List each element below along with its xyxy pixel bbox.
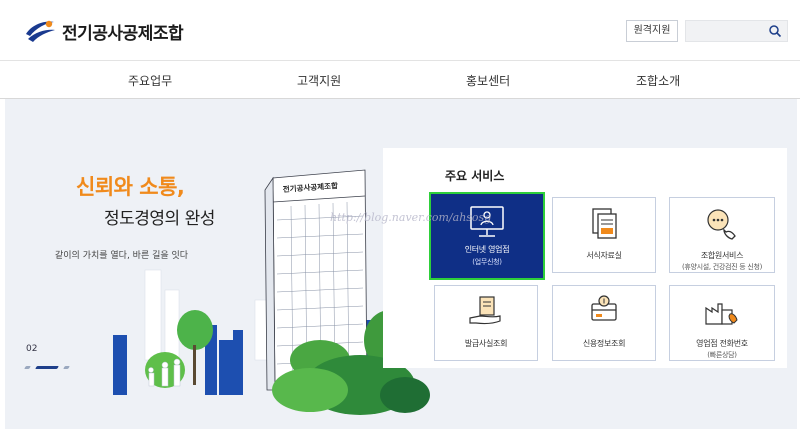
card-label: 발급사실조회 <box>464 339 508 348</box>
card-sublabel: (업무신청) <box>472 258 502 266</box>
card-label: 서식자료실 <box>586 251 622 260</box>
page-bottom-spacer <box>0 430 800 436</box>
service-card-internet-branch[interactable]: 인터넷 영업점 (업무신청) <box>429 192 545 280</box>
search-input[interactable] <box>685 20 788 42</box>
nav-item-pr-center[interactable]: 홍보센터 <box>466 72 510 89</box>
credit-card-icon <box>591 295 617 321</box>
factory-phone-icon <box>705 303 738 325</box>
service-card-forms[interactable]: 서식자료실 <box>552 197 656 273</box>
slide-dot[interactable] <box>63 366 70 369</box>
logo-mark-icon <box>26 20 55 42</box>
card-sublabel: (휴양시설, 건강검진 등 신청) <box>681 263 763 271</box>
site-logo[interactable]: 전기공사공제조합 <box>24 18 184 44</box>
search-icon[interactable] <box>768 24 782 38</box>
hand-certificate-icon <box>469 296 501 325</box>
card-label: 조합원서비스 <box>700 251 744 260</box>
nav-item-main-business[interactable]: 주요업무 <box>128 72 172 89</box>
slide-dot[interactable] <box>24 366 31 369</box>
service-card-issuance-inquiry[interactable]: 발급사실조회 <box>434 285 538 361</box>
service-card-credit-inquiry[interactable]: 신용정보조회 <box>552 285 656 361</box>
card-label: 인터넷 영업점 <box>464 245 510 254</box>
slide-number: 02 <box>26 344 38 354</box>
logo-text: 전기공사공제조합 <box>62 23 184 44</box>
site-header: 전기공사공제조합 원격지원 <box>0 0 800 60</box>
remote-support-button[interactable]: 원격지원 <box>626 20 678 42</box>
main-nav: 주요업무 고객지원 홍보센터 조합소개 <box>0 60 800 99</box>
service-card-member-services[interactable]: 조합원서비스 (휴양시설, 건강검진 등 신청) <box>669 197 775 273</box>
chat-phone-icon <box>707 209 736 240</box>
services-title: 주요 서비스 <box>445 169 505 183</box>
watermark-text: http://blog.naver.com/ahsosg <box>330 211 492 224</box>
card-label: 신용정보조회 <box>582 339 626 348</box>
card-sublabel: (빠른상담) <box>707 351 737 359</box>
service-card-branch-phone[interactable]: 영업점 전화번호 (빠른상담) <box>669 285 775 361</box>
nav-item-about[interactable]: 조합소개 <box>636 72 680 89</box>
documents-icon <box>592 208 617 239</box>
slide-dot-active[interactable] <box>35 366 59 369</box>
slide-pagination <box>24 366 70 369</box>
card-label: 영업점 전화번호 <box>696 339 748 348</box>
nav-item-customer-support[interactable]: 고객지원 <box>297 72 341 89</box>
